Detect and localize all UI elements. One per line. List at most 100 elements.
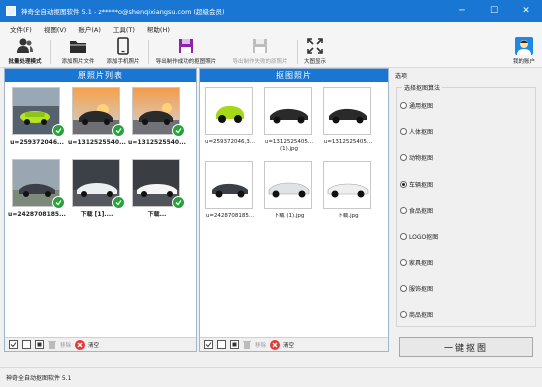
cutout-filename: 下载 (1).jpg (273, 213, 305, 219)
minimize-button[interactable]: ─ (446, 0, 478, 22)
one-click-cutout-button[interactable]: 一键抠图 (399, 337, 533, 357)
cutout-thumbnail (205, 87, 253, 135)
cutout-thumbnail (323, 87, 371, 135)
batch-mode-label: 批量处理模式 (8, 59, 42, 65)
clear-icon (75, 339, 86, 350)
radio-label: 人体抠图 (409, 129, 434, 136)
close-button[interactable]: ✕ (510, 0, 542, 22)
radio-button[interactable] (400, 259, 407, 266)
radio-label: 家具抠图 (409, 260, 434, 267)
photo-filename: u=259372046... (10, 139, 64, 146)
original-photos-panel: 原照片列表 u=259372046... u=1312525540... u=1… (4, 68, 197, 352)
cutout-photos-title: 抠图照片 (200, 69, 388, 82)
batch-mode-button[interactable]: 批量处理模式 (4, 37, 46, 67)
deselect-icon[interactable] (216, 340, 226, 350)
trash-icon (47, 340, 57, 350)
toolbar: 批量处理模式 添加照片文件 添加手机照片 导出制作成功的抠图照片 导出制作失败的… (0, 36, 542, 68)
status-bar: 神奇全自动抠图软件 5.1 (0, 367, 542, 387)
clear-icon (270, 339, 281, 350)
menu-view[interactable]: 视图(V) (38, 24, 73, 34)
add-phone-button[interactable]: 添加手机照片 (101, 37, 145, 67)
cutout-thumbnail (323, 161, 371, 209)
radio-furniture[interactable]: 家具抠图 (400, 258, 433, 267)
check-icon (112, 196, 125, 209)
toolbar-divider (148, 40, 149, 64)
cutout-filename: 下载.jpg (337, 213, 359, 219)
check-icon (112, 124, 125, 137)
remove-button[interactable]: 移除 (60, 341, 71, 349)
cutout-thumbnail (264, 87, 312, 135)
radio-food[interactable]: 食品抠图 (400, 206, 433, 215)
add-file-label: 添加照片文件 (61, 59, 95, 65)
photo-filename: 下载 [1].... (80, 211, 114, 218)
radio-product[interactable]: 商品抠图 (400, 310, 433, 319)
radio-button[interactable] (400, 311, 407, 318)
algorithm-group-title: 选择抠图算法 (402, 83, 443, 92)
radio-human[interactable]: 人体抠图 (400, 127, 433, 136)
invert-select-icon[interactable] (34, 340, 44, 350)
menu-help[interactable]: 帮助(H) (141, 24, 176, 34)
photo-filename: u=1312525540... (128, 139, 186, 146)
menu-bar: 文件(F) 视图(V) 账户(A) 工具(T) 帮助(H) (0, 22, 542, 36)
check-icon (52, 124, 65, 137)
original-photos-footer: 移除 清空 (5, 337, 196, 351)
save-disabled-icon (251, 37, 269, 55)
radio-general[interactable]: 通用抠图 (400, 101, 433, 110)
cutout-filename: u=259372046,3... (204, 139, 256, 145)
radio-label: 通用抠图 (409, 103, 434, 110)
cutout-filename: u=1312525405... (323, 139, 373, 145)
export-failed-button[interactable]: 导出制作失败的原照片 (226, 37, 294, 67)
menu-file[interactable]: 文件(F) (4, 24, 38, 34)
radio-animal[interactable]: 动物抠图 (400, 153, 433, 162)
export-failed-label: 导出制作失败的原照片 (232, 59, 288, 65)
clear-button[interactable]: 清空 (88, 341, 99, 349)
cutout-filename: u=1312525405... (1).jpg (260, 139, 318, 153)
menu-account[interactable]: 账户(A) (72, 24, 107, 34)
cutout-thumbnail (264, 161, 312, 209)
clear-button[interactable]: 清空 (283, 341, 294, 349)
options-title: 选项 (395, 73, 408, 80)
select-all-icon[interactable] (203, 340, 213, 350)
maximize-button[interactable]: ☐ (478, 0, 510, 22)
radio-clothing[interactable]: 服饰抠图 (400, 284, 433, 293)
my-account-label: 我的账户 (512, 59, 535, 65)
app-icon (6, 6, 16, 16)
check-icon (52, 196, 65, 209)
select-all-icon[interactable] (8, 340, 18, 350)
radio-button[interactable] (400, 233, 407, 240)
photo-filename: 下载... (147, 211, 167, 218)
users-icon (16, 37, 34, 55)
radio-button[interactable] (400, 154, 407, 161)
radio-button[interactable] (400, 207, 407, 214)
trash-icon (242, 340, 252, 350)
cutout-filename-line1: u=1312525405... (264, 139, 314, 145)
radio-button-selected[interactable] (400, 181, 407, 188)
invert-select-icon[interactable] (229, 340, 239, 350)
toolbar-divider (50, 40, 51, 64)
check-icon (172, 124, 185, 137)
photo-filename: u=2428708185... (8, 211, 66, 218)
save-icon (177, 37, 195, 55)
remove-button[interactable]: 移除 (255, 341, 266, 349)
radio-vehicle[interactable]: 车辆抠图 (400, 180, 433, 189)
title-bar: 神奇全自动抠图软件 5.1 - z*****o@shenqixiangsu.co… (0, 0, 542, 22)
radio-button[interactable] (400, 102, 407, 109)
add-phone-label: 添加手机照片 (106, 59, 140, 65)
my-account-button[interactable]: 我的账户 (508, 37, 540, 67)
export-success-button[interactable]: 导出制作成功的抠图照片 (150, 37, 222, 67)
radio-label: LOGO抠图 (409, 234, 439, 241)
deselect-icon[interactable] (21, 340, 31, 350)
radio-button[interactable] (400, 128, 407, 135)
avatar-icon (515, 37, 533, 55)
radio-button[interactable] (400, 285, 407, 292)
cutout-filename-line2: (1).jpg (279, 146, 299, 152)
cutout-photos-footer: 移除 清空 (200, 337, 388, 351)
radio-label: 食品抠图 (409, 208, 434, 215)
add-file-button[interactable]: 添加照片文件 (56, 37, 100, 67)
radio-label: 服饰抠图 (409, 286, 434, 293)
fullscreen-button[interactable]: 大图显示 (300, 37, 330, 67)
radio-logo[interactable]: LOGO抠图 (400, 232, 438, 241)
radio-label: 车辆抠图 (409, 182, 434, 189)
original-photos-title: 原照片列表 (5, 69, 196, 82)
menu-tools[interactable]: 工具(T) (107, 24, 141, 34)
